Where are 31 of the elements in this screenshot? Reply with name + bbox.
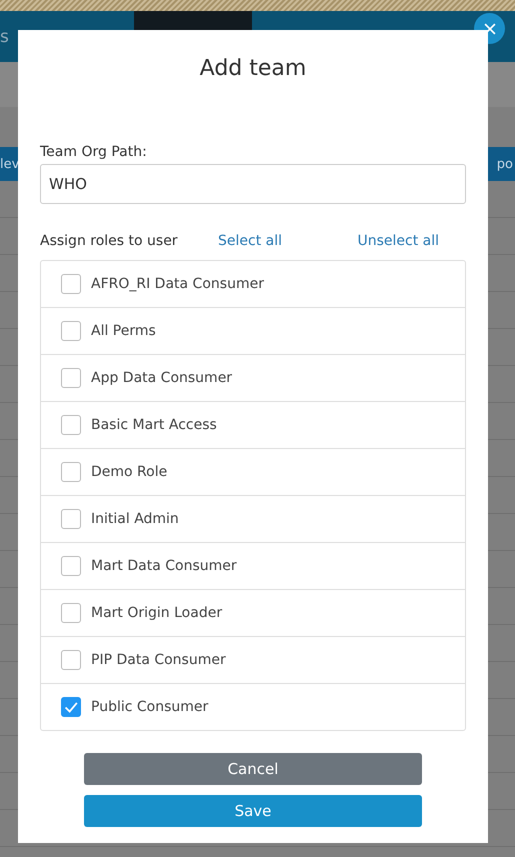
- checkbox[interactable]: [61, 274, 81, 294]
- unselect-all-link[interactable]: Unselect all: [357, 233, 439, 249]
- checkbox[interactable]: [61, 697, 81, 717]
- checkbox[interactable]: [61, 415, 81, 435]
- role-name: AFRO_RI Data Consumer: [91, 276, 264, 292]
- org-path-field[interactable]: WHO: [40, 164, 466, 204]
- checkbox[interactable]: [61, 603, 81, 623]
- role-name: Mart Data Consumer: [91, 558, 237, 574]
- dialog-title: Add team: [198, 56, 308, 83]
- role-name: All Perms: [91, 323, 156, 339]
- role-name: Public Consumer: [91, 699, 208, 715]
- role-name: App Data Consumer: [91, 370, 232, 386]
- role-name: Basic Mart Access: [91, 417, 217, 433]
- checkbox[interactable]: [61, 462, 81, 482]
- nav-item[interactable]: s: [0, 26, 9, 46]
- role-name: Initial Admin: [91, 511, 179, 527]
- roles-label: Assign roles to user: [40, 233, 179, 249]
- column-header: po: [496, 156, 514, 172]
- role-name: PIP Data Consumer: [91, 652, 226, 668]
- checkbox[interactable]: [61, 650, 81, 670]
- field-label: Team Org Path:: [40, 144, 148, 160]
- column-header: lev: [0, 156, 20, 172]
- role-name: Mart Origin Loader: [91, 605, 222, 621]
- checkbox[interactable]: [61, 368, 81, 388]
- role-name: Demo Role: [91, 464, 168, 480]
- cancel-button[interactable]: Cancel: [84, 753, 422, 785]
- save-button[interactable]: Save: [84, 795, 422, 827]
- checkbox[interactable]: [61, 556, 81, 576]
- checkbox[interactable]: [61, 321, 81, 341]
- select-all-link[interactable]: Select all: [218, 233, 282, 249]
- checkbox[interactable]: [61, 509, 81, 529]
